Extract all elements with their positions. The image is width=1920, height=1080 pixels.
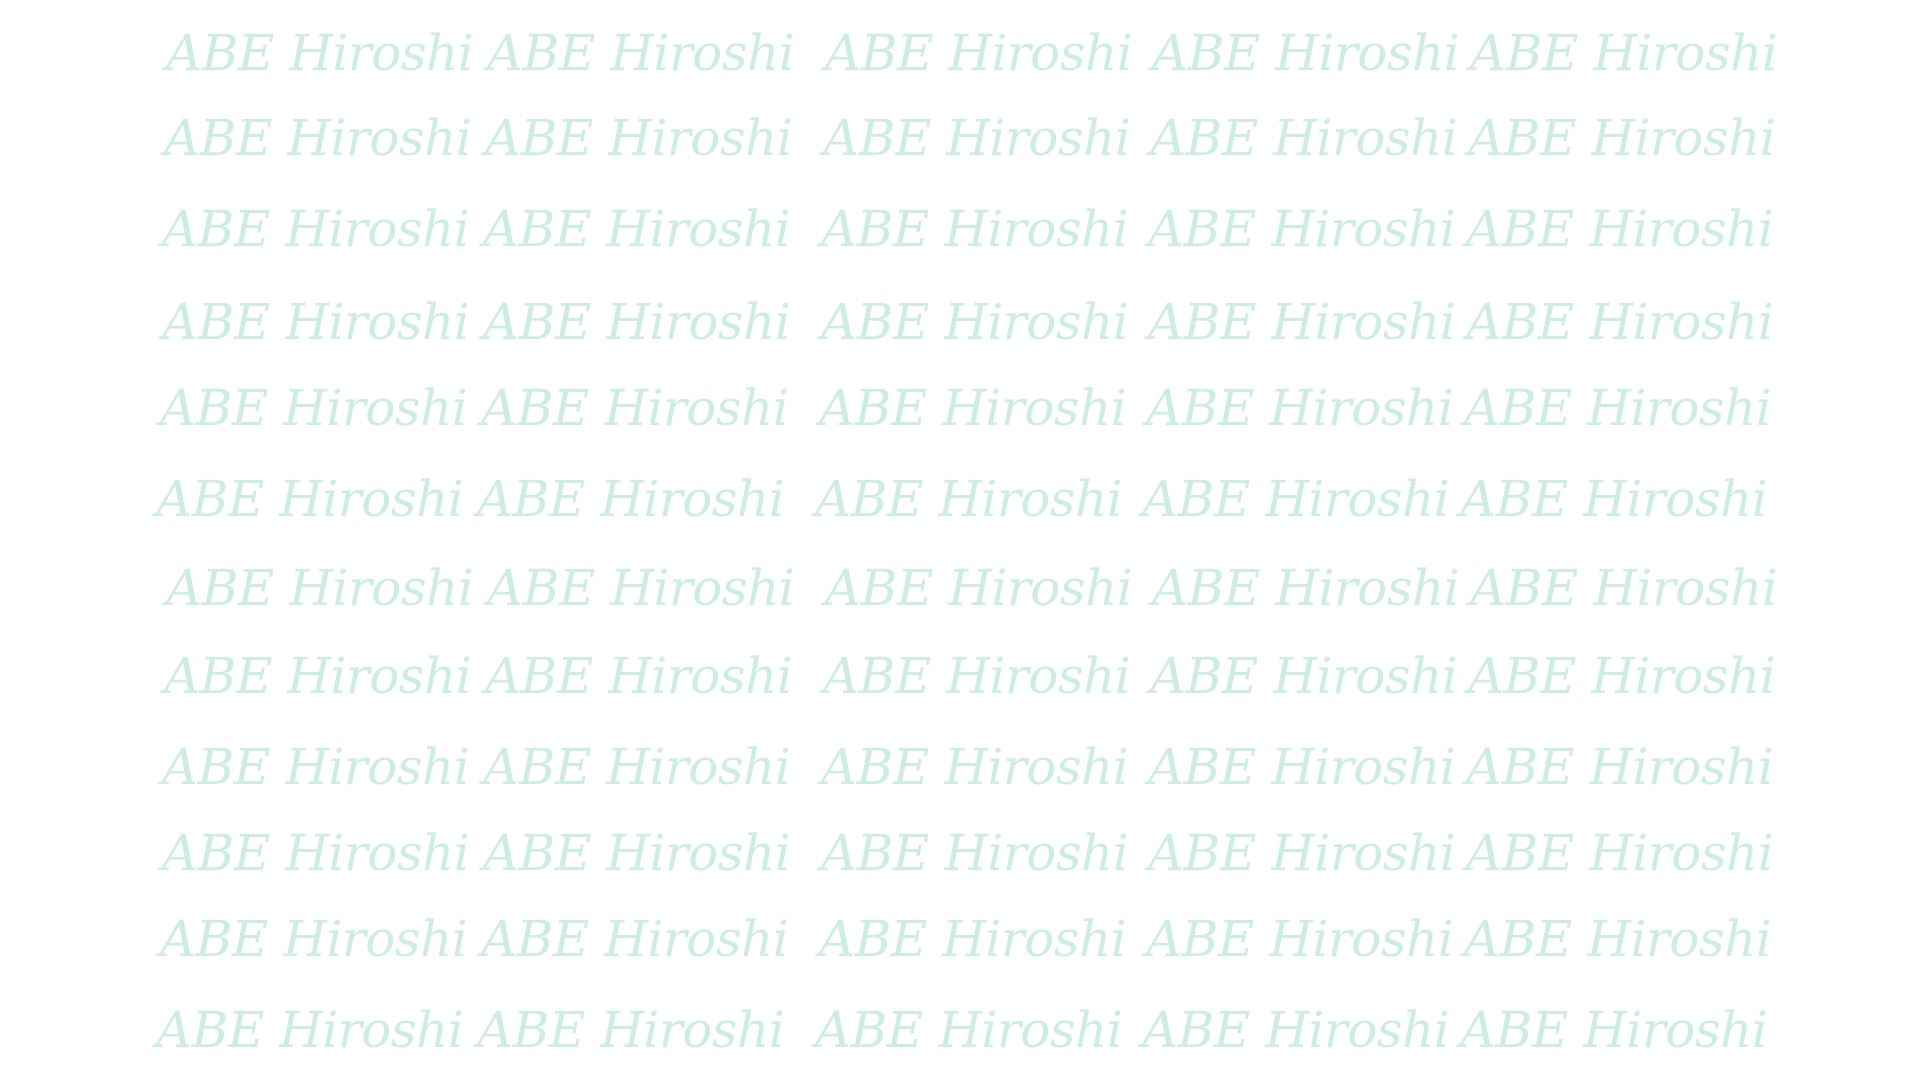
watermark-text: ABE Hiroshi — [1464, 379, 1772, 437]
watermark-text: ABE Hiroshi — [1142, 1001, 1450, 1059]
watermark-text: ABE Hiroshi — [815, 470, 1123, 528]
watermark-text: ABE Hiroshi — [1464, 910, 1772, 968]
watermark-text: ABE Hiroshi — [1152, 559, 1460, 617]
watermark-text: ABE Hiroshi — [821, 738, 1129, 796]
watermark-text: ABE Hiroshi — [1148, 738, 1456, 796]
watermark-text: ABE Hiroshi — [825, 559, 1133, 617]
watermark-text: ABE Hiroshi — [483, 293, 791, 351]
watermark-text: ABE Hiroshi — [164, 109, 472, 167]
watermark-text: ABE Hiroshi — [1152, 24, 1460, 82]
watermark-text: ABE Hiroshi — [1142, 470, 1450, 528]
watermark-text: ABE Hiroshi — [160, 379, 468, 437]
watermark-text: ABE Hiroshi — [821, 824, 1129, 882]
watermark-text: ABE Hiroshi — [485, 647, 793, 705]
watermark-text: ABE Hiroshi — [1150, 109, 1458, 167]
watermark-text: ABE Hiroshi — [821, 200, 1129, 258]
watermark-text: ABE Hiroshi — [481, 910, 789, 968]
watermark-text: ABE Hiroshi — [815, 1001, 1123, 1059]
watermark-text: ABE Hiroshi — [162, 824, 470, 882]
watermark-text: ABE Hiroshi — [160, 910, 468, 968]
watermark-text: ABE Hiroshi — [819, 379, 1127, 437]
watermark-text: ABE Hiroshi — [1466, 738, 1774, 796]
watermark-text: ABE Hiroshi — [156, 470, 464, 528]
watermark-text: ABE Hiroshi — [1466, 293, 1774, 351]
watermark-text: ABE Hiroshi — [823, 647, 1131, 705]
watermark-text: ABE Hiroshi — [485, 109, 793, 167]
watermark-text: ABE Hiroshi — [487, 559, 795, 617]
watermark-text: ABE Hiroshi — [819, 910, 1127, 968]
watermark-text: ABE Hiroshi — [483, 824, 791, 882]
watermark-text: ABE Hiroshi — [1148, 200, 1456, 258]
watermark-text: ABE Hiroshi — [487, 24, 795, 82]
watermark-text: ABE Hiroshi — [1466, 200, 1774, 258]
watermark-text: ABE Hiroshi — [1470, 24, 1778, 82]
watermark-text: ABE Hiroshi — [166, 559, 474, 617]
watermark-text: ABE Hiroshi — [477, 470, 785, 528]
watermark-text: ABE Hiroshi — [1466, 824, 1774, 882]
watermark-text: ABE Hiroshi — [164, 647, 472, 705]
watermark-text: ABE Hiroshi — [1468, 647, 1776, 705]
watermark-text: ABE Hiroshi — [1460, 1001, 1768, 1059]
watermark-text: ABE Hiroshi — [823, 109, 1131, 167]
watermark-text: ABE Hiroshi — [1470, 559, 1778, 617]
watermark-text: ABE Hiroshi — [162, 293, 470, 351]
watermark-text: ABE Hiroshi — [1146, 910, 1454, 968]
watermark-text: ABE Hiroshi — [1148, 824, 1456, 882]
watermark-text: ABE Hiroshi — [483, 200, 791, 258]
watermark-text: ABE Hiroshi — [1468, 109, 1776, 167]
watermark-text: ABE Hiroshi — [1148, 293, 1456, 351]
watermark-text: ABE Hiroshi — [483, 738, 791, 796]
watermark-text: ABE Hiroshi — [477, 1001, 785, 1059]
watermark-pattern: ABE Hiroshi ABE Hiroshi ABE Hiroshi ABE Hir… — [0, 0, 1920, 1080]
watermark-text: ABE Hiroshi — [1146, 379, 1454, 437]
watermark-text: ABE Hiroshi — [481, 379, 789, 437]
watermark-text: ABE Hiroshi — [821, 293, 1129, 351]
watermark-text: ABE Hiroshi — [162, 738, 470, 796]
watermark-text: ABE Hiroshi — [1150, 647, 1458, 705]
watermark-text: ABE Hiroshi — [825, 24, 1133, 82]
watermark-text: ABE Hiroshi — [156, 1001, 464, 1059]
watermark-text: ABE Hiroshi — [166, 24, 474, 82]
watermark-text: ABE Hiroshi — [1460, 470, 1768, 528]
watermark-text: ABE Hiroshi — [162, 200, 470, 258]
